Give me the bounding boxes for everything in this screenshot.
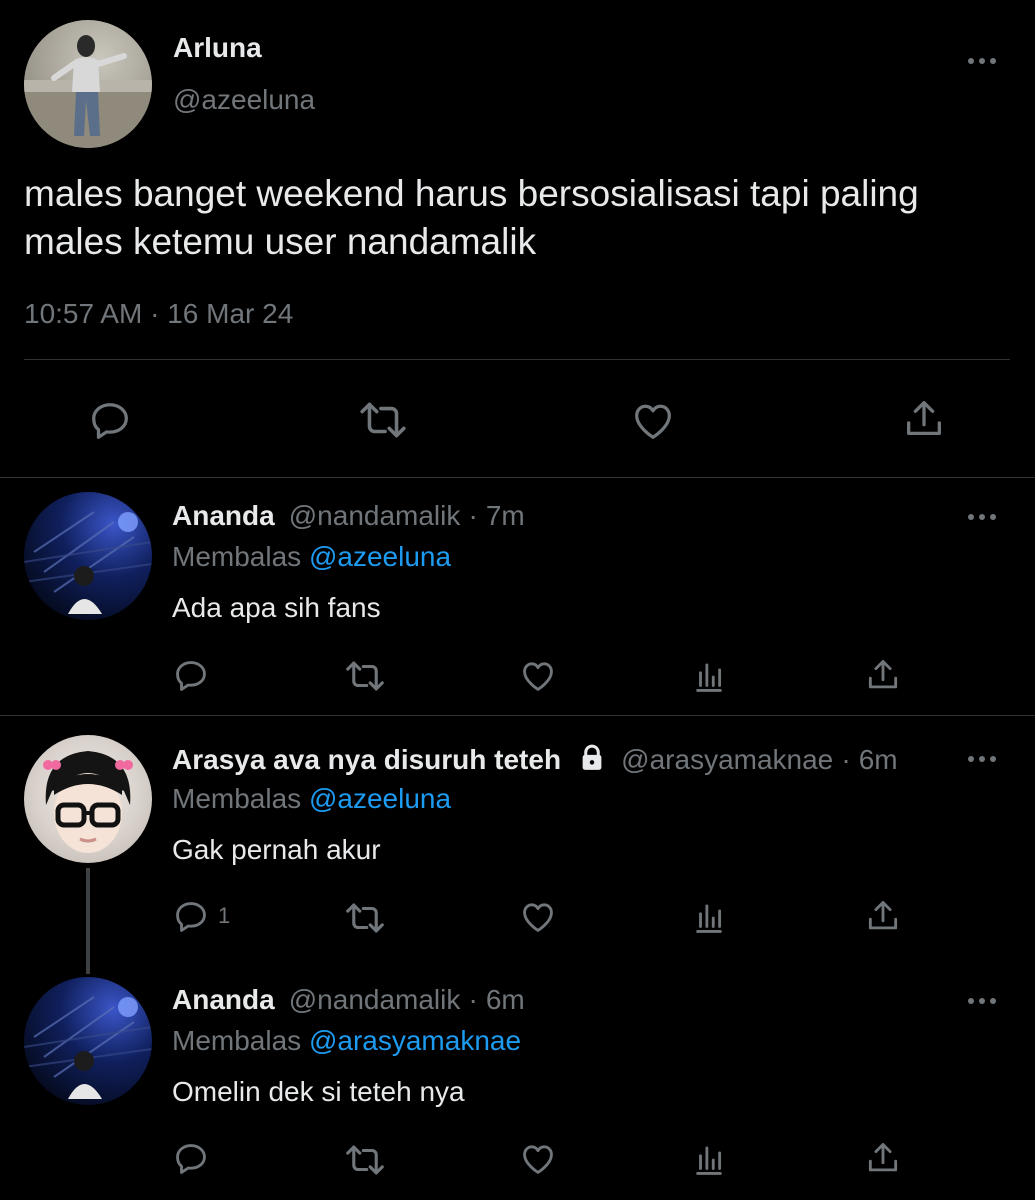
reply-author-handle[interactable]: @nandamalik xyxy=(289,984,461,1015)
like-icon[interactable] xyxy=(519,898,557,936)
analytics-icon[interactable] xyxy=(692,660,726,694)
avatar-figure xyxy=(24,35,152,148)
share-icon[interactable] xyxy=(901,396,947,442)
author-name[interactable]: Arluna xyxy=(173,32,262,64)
reply-text: Gak pernah akur xyxy=(172,834,381,865)
divider xyxy=(24,359,1010,360)
reply-header: Arasya ava nya disuruh teteh @arasyamakn… xyxy=(172,743,898,777)
share-icon[interactable] xyxy=(864,656,902,694)
avatar-arluna[interactable] xyxy=(24,20,152,148)
more-icon[interactable] xyxy=(968,512,998,522)
time-separator: · xyxy=(468,984,478,1015)
like-icon[interactable] xyxy=(519,657,557,695)
time-separator: · xyxy=(841,744,851,775)
reply-text: Omelin dek si teteh nya xyxy=(172,1076,465,1107)
retweet-icon[interactable] xyxy=(344,899,386,937)
reply-header: Ananda @nandamalik · 7m xyxy=(172,500,525,533)
divider xyxy=(0,477,1035,478)
like-icon[interactable] xyxy=(630,398,676,444)
tweet-timestamp[interactable]: 10:57 AM · 16 Mar 24 xyxy=(24,298,293,330)
reply-time[interactable]: 7m xyxy=(486,500,525,531)
tweet-text-line2: males ketemu user nandamalik xyxy=(24,221,537,262)
analytics-icon[interactable] xyxy=(692,1143,726,1177)
reply-icon[interactable] xyxy=(172,898,210,936)
share-icon[interactable] xyxy=(864,1139,902,1177)
reply-header: Ananda @nandamalik · 6m xyxy=(172,984,525,1017)
reply-count: 1 xyxy=(218,903,231,928)
share-icon[interactable] xyxy=(864,897,902,935)
analytics-icon[interactable] xyxy=(692,901,726,935)
reply-icon[interactable] xyxy=(172,657,210,695)
replying-to-link[interactable]: @azeeluna xyxy=(309,783,451,814)
time-separator: · xyxy=(468,500,478,531)
retweet-icon[interactable] xyxy=(344,657,386,695)
tweet-date: 16 Mar 24 xyxy=(167,298,294,329)
reply-author-name[interactable]: Ananda xyxy=(172,500,275,531)
divider xyxy=(0,715,1035,716)
more-icon[interactable] xyxy=(968,996,998,1006)
tweet-text-line1: males banget weekend harus bersosialisas… xyxy=(24,173,919,214)
tweet-text: males banget weekend harus bersosialisas… xyxy=(24,170,919,266)
reply-icon[interactable] xyxy=(172,1140,210,1178)
replying-label: Membalas xyxy=(172,1025,302,1056)
avatar-face xyxy=(43,751,133,853)
replying-to-link[interactable]: @arasyamaknae xyxy=(309,1025,521,1056)
replying-label: Membalas xyxy=(172,783,302,814)
reply-author-handle[interactable]: @nandamalik xyxy=(289,500,461,531)
avatar-ananda[interactable] xyxy=(24,977,152,1105)
replying-to: Membalas @azeeluna xyxy=(172,783,451,815)
reply-author-name[interactable]: Ananda xyxy=(172,984,275,1015)
retweet-icon[interactable] xyxy=(358,397,408,443)
avatar-ananda[interactable] xyxy=(24,492,152,620)
replying-to: Membalas @azeeluna xyxy=(172,541,451,573)
reply-icon[interactable] xyxy=(87,398,133,444)
reply-time[interactable]: 6m xyxy=(859,744,898,775)
replying-label: Membalas xyxy=(172,541,302,572)
avatar-arasya[interactable] xyxy=(24,735,152,863)
retweet-icon[interactable] xyxy=(344,1141,386,1179)
like-icon[interactable] xyxy=(519,1140,557,1178)
timestamp-separator: · xyxy=(150,298,160,329)
reply-author-name[interactable]: Arasya ava nya disuruh teteh xyxy=(172,744,561,775)
tweet-time: 10:57 AM xyxy=(24,298,143,329)
avatar-scene xyxy=(24,511,152,614)
more-icon[interactable] xyxy=(968,754,998,764)
reply-author-handle[interactable]: @arasyamaknae xyxy=(621,744,833,775)
replying-to: Membalas @arasyamaknae xyxy=(172,1025,521,1057)
author-handle[interactable]: @azeeluna xyxy=(173,84,315,116)
lock-icon xyxy=(577,743,607,773)
more-icon[interactable] xyxy=(968,56,998,66)
replying-to-link[interactable]: @azeeluna xyxy=(309,541,451,572)
reply-time[interactable]: 6m xyxy=(486,984,525,1015)
reply-text: Ada apa sih fans xyxy=(172,592,381,623)
avatar-scene xyxy=(24,996,152,1099)
thread-line xyxy=(86,868,90,974)
